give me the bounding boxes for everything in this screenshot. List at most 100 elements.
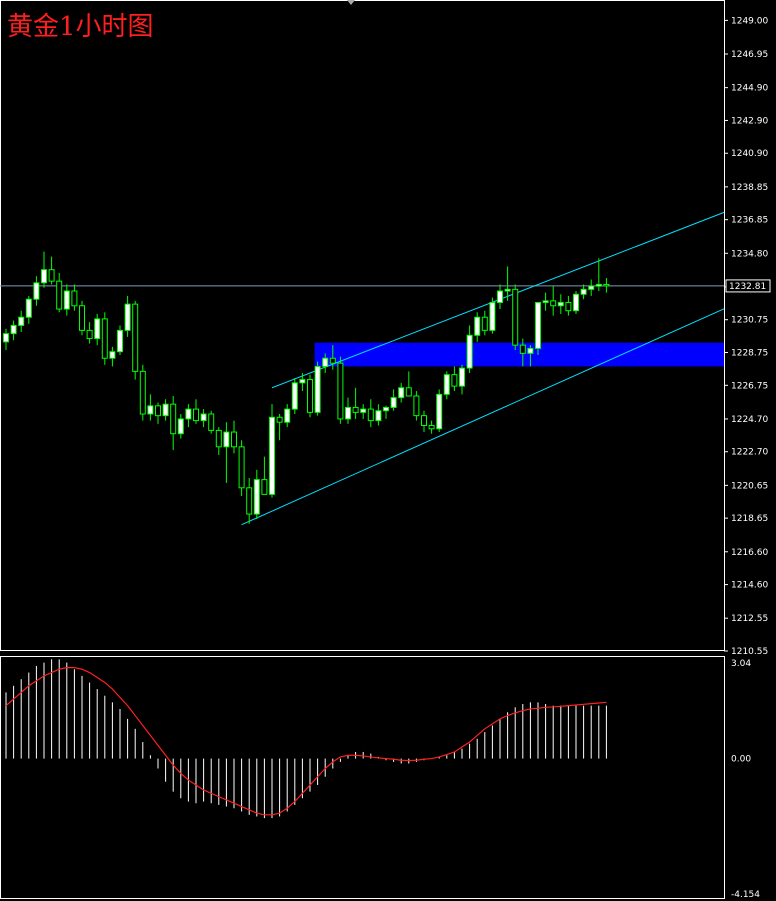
candle (443, 371, 450, 400)
candle (398, 382, 405, 403)
candle (155, 402, 161, 424)
oscillator-axis-label: -4.154 (731, 890, 760, 900)
candle (162, 399, 169, 421)
candle-body (276, 416, 283, 423)
candle-body (307, 379, 313, 413)
candle (71, 284, 78, 311)
candle (177, 414, 184, 439)
candle-body (481, 316, 488, 331)
candle-body (345, 406, 351, 420)
candle-body (512, 288, 519, 346)
candle-body (193, 408, 199, 422)
candle (459, 364, 465, 395)
candle-body (329, 357, 336, 364)
oscillator-axis-label: 3.04 (731, 659, 751, 669)
candle-body (459, 367, 465, 387)
candle (542, 292, 549, 311)
candle (291, 377, 298, 415)
candle-body (314, 365, 321, 413)
candle (238, 440, 245, 497)
candle-body (33, 282, 40, 300)
candle (345, 397, 351, 424)
candle (383, 405, 389, 419)
candle-body (367, 408, 374, 422)
candle (56, 272, 63, 313)
candle-body (71, 290, 78, 307)
candle-body (436, 393, 443, 430)
candle (269, 404, 275, 498)
price-axis-label: 1238.85 (731, 183, 768, 193)
candle (595, 258, 602, 292)
candle (10, 320, 17, 341)
candle (101, 312, 108, 365)
price-axis-label: 1222.70 (731, 448, 768, 458)
candle-body (208, 413, 215, 431)
candle (405, 371, 412, 397)
candle-body (337, 362, 344, 420)
candle-body (542, 300, 549, 303)
candle-body (215, 429, 222, 448)
candle-body (109, 351, 116, 359)
price-axis-label: 1210.55 (731, 647, 768, 657)
price-axis-label: 1220.65 (731, 481, 768, 491)
candle-body (375, 410, 382, 422)
candle (314, 361, 321, 416)
candle-body (383, 406, 389, 412)
candle-body (588, 285, 595, 290)
candle (421, 410, 427, 433)
price-axis-label: 1212.55 (731, 614, 768, 624)
candle-body (155, 405, 161, 417)
candle (557, 294, 564, 314)
candle (253, 469, 260, 519)
current-price-label: 1232.81 (729, 282, 766, 292)
price-axis-label: 1234.80 (731, 249, 768, 259)
scroll-marker-icon (347, 0, 355, 5)
candle-body (231, 431, 237, 448)
candle-body (504, 288, 511, 292)
candle (147, 394, 154, 421)
price-axis-label: 1228.75 (731, 349, 768, 359)
candle (208, 410, 215, 434)
price-axis-label: 1226.75 (731, 381, 768, 391)
candle-body (86, 329, 93, 340)
candle (284, 404, 291, 428)
candle-body (474, 316, 481, 336)
candle (185, 404, 192, 428)
signal-line (5, 666, 607, 816)
candle-body (550, 300, 557, 307)
price-panel-frame (0, 0, 725, 651)
candle-body (200, 413, 207, 422)
candle (580, 284, 587, 300)
candle (474, 312, 481, 342)
candle (489, 297, 496, 334)
candle-body (147, 405, 154, 415)
candle (352, 387, 359, 419)
candle (63, 284, 70, 316)
price-axis-label: 1244.90 (731, 84, 768, 94)
candle (375, 404, 382, 426)
candle (573, 291, 579, 314)
candle-body (557, 301, 564, 307)
candle (200, 409, 207, 428)
chart-canvas: 1249.00 1246.95 1244.90 1242.90 1240.90 1238.… (0, 0, 771, 900)
candle-body (299, 379, 306, 384)
candle (132, 300, 139, 380)
candle (565, 295, 572, 316)
candle (367, 399, 374, 428)
candle-body (580, 288, 587, 295)
oscillator-panel-frame (0, 656, 725, 899)
candle-body (527, 347, 534, 354)
candle-body (238, 446, 245, 489)
candle-body (48, 269, 55, 282)
candle-body (322, 357, 329, 367)
candle (117, 325, 123, 355)
candle (451, 366, 458, 392)
candle (139, 364, 146, 421)
candle-body (269, 416, 275, 495)
candle (86, 322, 93, 344)
candle (535, 301, 541, 355)
candle-body (565, 301, 572, 312)
candle-body (428, 424, 435, 430)
candle-body (405, 387, 412, 397)
price-axis-label: 1240.90 (731, 149, 768, 159)
